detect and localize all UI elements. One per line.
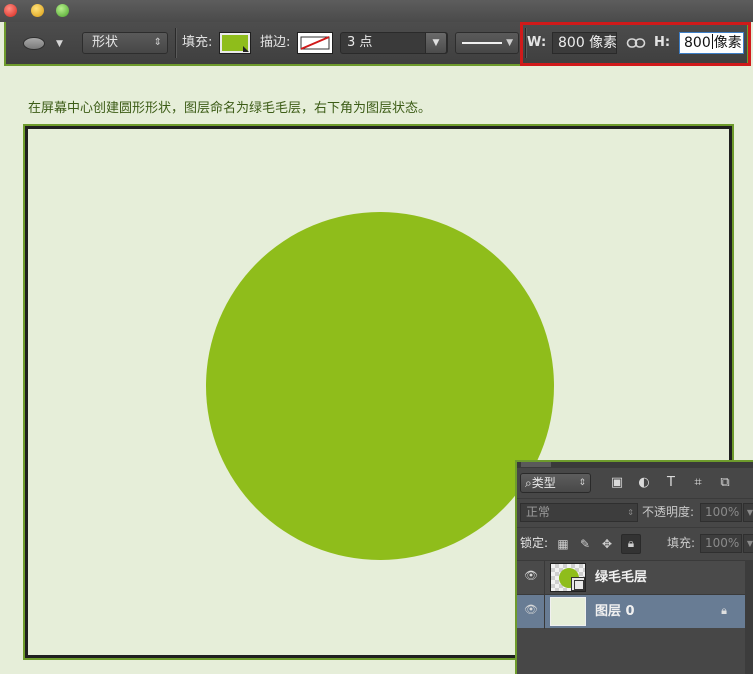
chevron-down-icon[interactable]: ▼ [743, 534, 753, 553]
fill-color-swatch[interactable] [219, 32, 251, 54]
fill-label: 填充: [182, 35, 213, 50]
eye-visibility-icon[interactable]: 👁︎ [524, 604, 538, 615]
minimize-window-button[interactable] [31, 4, 44, 17]
layer-name[interactable]: 图层 0 [595, 603, 635, 621]
tool-options-bar: ▼ 形状 ⇕ 填充: 描边: 3 点 ▼ ▼ W: 800 像素 H: 800 像… [4, 22, 751, 66]
layer-name[interactable]: 绿毛毛层 [595, 569, 647, 587]
instruction-text: 在屏幕中心创建圆形形状，图层命名为绿毛毛层，右下角为图层状态。 [28, 101, 432, 116]
layer-filter-row: ⌕类型 ⇕ ▣ ◐ T ⌗ ⧉ [517, 470, 753, 496]
tool-preset-chevron-down-icon[interactable]: ▼ [56, 39, 63, 49]
layer-lock-icon: 🔒︎ [721, 604, 727, 617]
opacity-label: 不透明度: [642, 505, 695, 519]
no-color-slash-icon [300, 36, 330, 50]
lock-image-pixels-brush-icon[interactable]: ✎ [577, 536, 593, 552]
lock-all-icon[interactable]: 🔒︎ [621, 534, 641, 554]
shape-mode-value: 形状 [92, 35, 119, 50]
width-height-highlight-box [520, 22, 751, 66]
stroke-color-swatch-none[interactable] [297, 32, 333, 54]
updown-arrow-icon: ⇕ [578, 478, 586, 488]
ellipse-tool-icon[interactable] [23, 37, 45, 50]
lock-position-move-icon[interactable]: ✥ [599, 536, 615, 552]
zoom-window-button[interactable] [56, 4, 69, 17]
eye-visibility-icon[interactable]: 👁︎ [524, 570, 538, 581]
updown-arrow-icon: ⇕ [153, 37, 162, 48]
divider [175, 28, 177, 58]
layer-thumbnail [550, 597, 586, 626]
lock-label: 锁定: [520, 536, 549, 550]
stroke-width-value: 3 点 [347, 35, 373, 50]
chevron-down-icon[interactable]: ▼ [743, 503, 753, 522]
smart-object-filter-icon[interactable]: ⧉ [717, 475, 733, 491]
window-titlebar [0, 0, 753, 22]
chevron-down-icon [243, 46, 249, 52]
kind-filter-value: 类型 [531, 476, 556, 490]
layer-row-selected[interactable]: 👁︎ 图层 0 🔒︎ [517, 594, 753, 629]
layer-fill-label: 填充: [667, 536, 696, 550]
solid-line-icon [462, 42, 502, 44]
layer-filter-icons: ▣ ◐ T ⌗ ⧉ [609, 475, 733, 491]
lock-options: ▦ ✎ ✥ 🔒︎ [555, 534, 641, 554]
blend-mode-value: 正常 [526, 505, 551, 519]
stroke-width-field[interactable]: 3 点 ▼ [340, 32, 448, 54]
updown-arrow-icon: ⇕ [627, 508, 634, 517]
green-circle-shape[interactable] [206, 212, 554, 560]
layers-scrollbar[interactable] [745, 560, 753, 674]
layer-fill-input[interactable]: 100% [700, 534, 742, 553]
shape-layer-filter-icon[interactable]: ⌗ [690, 475, 706, 491]
shape-mode-dropdown[interactable]: 形状 ⇕ [82, 32, 168, 54]
stroke-label: 描边: [260, 35, 291, 50]
close-window-button[interactable] [4, 4, 17, 17]
opacity-input[interactable]: 100% [700, 503, 742, 522]
chevron-down-icon: ▼ [506, 38, 513, 48]
divider [544, 595, 545, 629]
blend-opacity-row: 正常 ⇕ 不透明度: 100% ▼ [517, 498, 753, 525]
layer-kind-filter-dropdown[interactable]: ⌕类型 ⇕ [520, 473, 591, 493]
adjustment-layer-filter-icon[interactable]: ◐ [636, 475, 652, 491]
type-layer-filter-icon[interactable]: T [663, 475, 679, 491]
search-icon: ⌕ [525, 476, 532, 490]
layer-row[interactable]: 👁︎ 绿毛毛层 [517, 560, 753, 595]
lock-transparent-pixels-icon[interactable]: ▦ [555, 536, 571, 552]
layers-panel: ⌕类型 ⇕ ▣ ◐ T ⌗ ⧉ 正常 ⇕ 不透明度: 100% ▼ 锁定: ▦ … [515, 460, 753, 674]
layers-tab[interactable] [521, 462, 551, 467]
lock-fill-row: 锁定: ▦ ✎ ✥ 🔒︎ 填充: 100% ▼ [517, 527, 753, 558]
stroke-type-dropdown[interactable]: ▼ [455, 32, 519, 54]
panel-tab-strip [517, 462, 753, 468]
pixel-layer-filter-icon[interactable]: ▣ [609, 475, 625, 491]
chevron-down-icon[interactable]: ▼ [425, 32, 447, 54]
shape-layer-badge-icon [571, 577, 585, 591]
blend-mode-dropdown[interactable]: 正常 ⇕ [520, 503, 638, 522]
divider [544, 561, 545, 595]
